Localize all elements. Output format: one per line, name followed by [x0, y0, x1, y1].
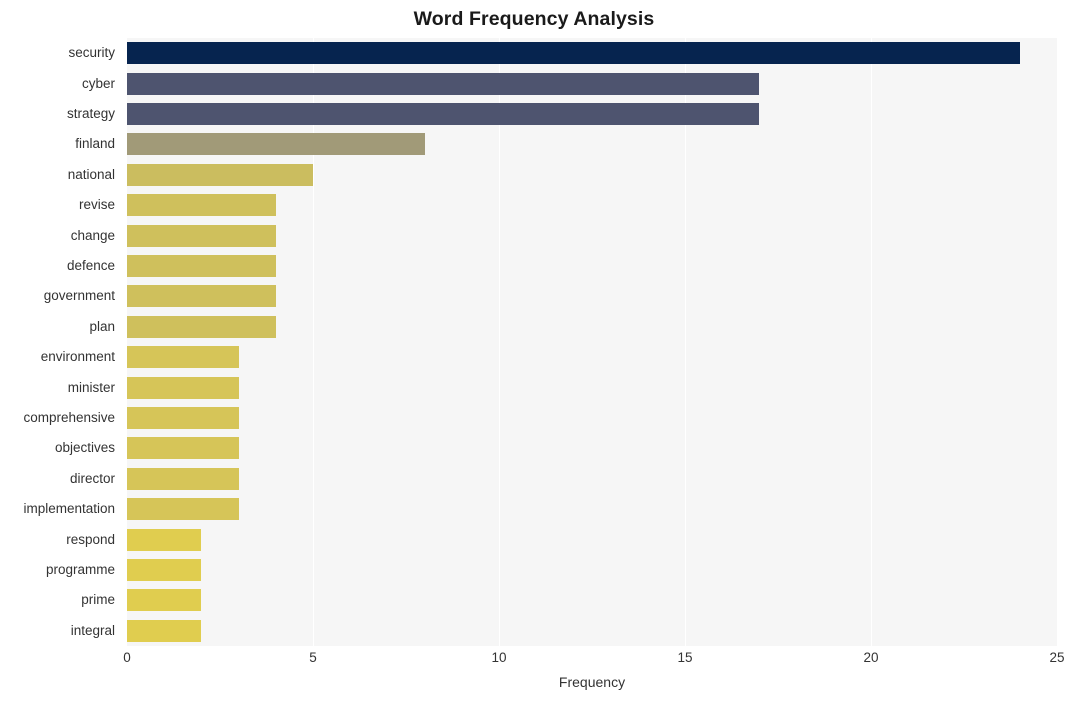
gridline-x [1057, 38, 1058, 646]
bar[interactable] [127, 133, 425, 156]
x-axis-tick-label: 20 [863, 650, 879, 665]
y-axis-tick-label: respond [66, 531, 115, 547]
y-axis-tick-label: change [70, 227, 115, 243]
bar-row[interactable] [127, 589, 1057, 612]
bar-row[interactable] [127, 315, 1057, 338]
bar[interactable] [127, 315, 276, 338]
bar-row[interactable] [127, 407, 1057, 429]
x-axis-tick-label: 10 [491, 650, 507, 665]
bar-row[interactable] [127, 498, 1057, 521]
bar-row[interactable] [127, 72, 1057, 95]
bar[interactable] [127, 619, 202, 642]
bar[interactable] [127, 194, 276, 217]
x-axis-tick-label: 15 [677, 650, 693, 665]
y-axis-tick-label: prime [81, 592, 115, 608]
y-axis-tick-label: minister [67, 379, 115, 395]
bar-row[interactable] [127, 224, 1057, 247]
bar[interactable] [127, 437, 239, 460]
bar-row[interactable] [127, 528, 1057, 551]
x-axis-tick-label: 25 [1049, 650, 1065, 665]
bar-row[interactable] [127, 376, 1057, 399]
y-axis-tick-label: revise [78, 197, 115, 213]
y-axis-tick-label: integral [70, 622, 115, 638]
y-axis-tick-label: government [43, 288, 115, 304]
bar[interactable] [127, 42, 1020, 65]
x-axis-tick-label: 5 [309, 650, 317, 665]
chart-title: Word Frequency Analysis [413, 8, 655, 30]
bar[interactable] [127, 407, 239, 429]
x-axis-tick-label: 0 [123, 650, 131, 665]
bar-row[interactable] [127, 163, 1057, 186]
bar-series [127, 38, 1057, 646]
bar-row[interactable] [127, 194, 1057, 217]
bar[interactable] [127, 467, 239, 490]
bar-row[interactable] [127, 133, 1057, 156]
y-axis-tick-labels: security cyber strategy finland national revi… [0, 38, 121, 646]
bar[interactable] [127, 72, 760, 95]
y-axis-tick-label: implementation [23, 501, 115, 517]
bar-row[interactable] [127, 346, 1057, 369]
bar-row[interactable] [127, 559, 1057, 581]
bar[interactable] [127, 163, 313, 186]
y-axis-tick-label: security [68, 45, 115, 61]
bar[interactable] [127, 103, 760, 125]
y-axis-tick-label: comprehensive [23, 410, 115, 425]
bar-row[interactable] [127, 103, 1057, 125]
word-frequency-chart: Word Frequency Analysis security cyber str… [0, 0, 1068, 701]
bar[interactable] [127, 498, 239, 521]
y-axis-tick-label: plan [89, 318, 115, 334]
bar-row[interactable] [127, 285, 1057, 308]
bar-row[interactable] [127, 467, 1057, 490]
y-axis-tick-label: national [67, 166, 115, 182]
plot-area [127, 38, 1058, 646]
bar[interactable] [127, 528, 202, 551]
y-axis-tick-label: finland [75, 136, 115, 152]
y-axis-tick-label: director [69, 470, 115, 486]
bar-row[interactable] [127, 255, 1057, 277]
y-axis-tick-label: programme [45, 562, 115, 577]
x-axis-tick-labels: 0 5 10 15 20 25 [123, 650, 1064, 670]
bar-row[interactable] [127, 619, 1057, 642]
bar[interactable] [127, 589, 202, 612]
y-axis-tick-label: defence [66, 258, 115, 273]
y-axis-tick-label: objectives [54, 440, 115, 456]
bar[interactable] [127, 255, 276, 277]
y-axis-tick-label: strategy [66, 106, 115, 121]
x-axis-title: Frequency [558, 674, 626, 690]
y-axis-tick-label: cyber [81, 75, 115, 91]
bar[interactable] [127, 224, 276, 247]
bar[interactable] [127, 559, 202, 581]
y-axis-tick-label: environment [40, 349, 115, 365]
bar[interactable] [127, 346, 239, 369]
bar[interactable] [127, 376, 239, 399]
bar-row[interactable] [127, 42, 1057, 65]
bar-row[interactable] [127, 437, 1057, 460]
bar[interactable] [127, 285, 276, 308]
